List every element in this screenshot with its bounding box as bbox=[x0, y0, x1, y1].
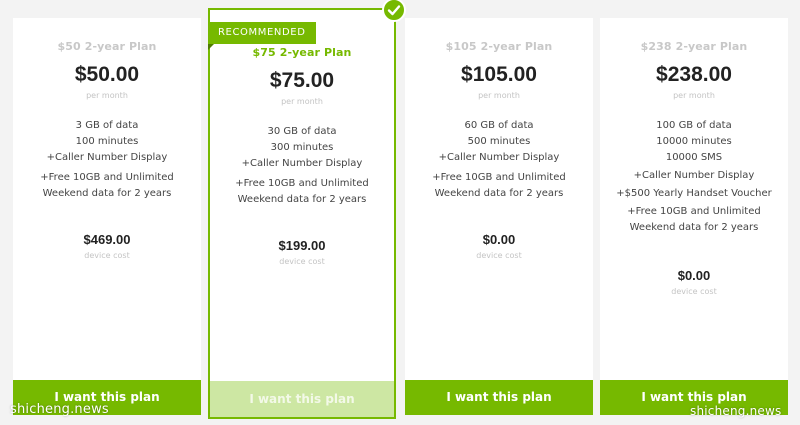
feature-item: Weekend data for 2 years bbox=[629, 222, 759, 233]
device-cost-label: device cost bbox=[671, 287, 717, 296]
want-plan-button[interactable]: I want this plan bbox=[210, 381, 394, 417]
feature-item: 100 GB of data bbox=[656, 120, 732, 131]
plan-name: $75 2-year Plan bbox=[252, 46, 352, 59]
feature-item: +Caller Number Display bbox=[438, 152, 560, 163]
plan-features: 3 GB of data 100 minutes +Caller Number … bbox=[13, 118, 201, 202]
device-cost-label: device cost bbox=[279, 257, 325, 266]
plan-features: 60 GB of data 500 minutes +Caller Number… bbox=[405, 118, 593, 202]
feature-item: +$500 Yearly Handset Voucher bbox=[616, 188, 772, 199]
feature-item: +Caller Number Display bbox=[633, 170, 755, 181]
want-plan-button[interactable]: I want this plan bbox=[405, 380, 593, 415]
feature-item: Weekend data for 2 years bbox=[434, 188, 564, 199]
feature-item: +Free 10GB and Unlimited bbox=[40, 172, 174, 183]
plan-name: $105 2-year Plan bbox=[445, 40, 553, 53]
feature-item: 10000 minutes bbox=[656, 136, 732, 147]
plan-card-50[interactable]: $50 2-year Plan $50.00 per month 3 GB of… bbox=[13, 18, 201, 415]
feature-item: 60 GB of data bbox=[464, 120, 534, 131]
feature-item: 300 minutes bbox=[270, 142, 334, 153]
device-price: $0.00 bbox=[482, 232, 516, 247]
feature-item: 10000 SMS bbox=[665, 152, 723, 163]
plan-price: $75.00 bbox=[269, 69, 335, 92]
feature-item: Weekend data for 2 years bbox=[42, 188, 172, 199]
plan-card-105[interactable]: $105 2-year Plan $105.00 per month 60 GB… bbox=[405, 18, 593, 415]
device-price: $0.00 bbox=[677, 268, 711, 283]
price-period: per month bbox=[478, 91, 520, 100]
plan-name: $238 2-year Plan bbox=[640, 40, 748, 53]
feature-item: +Free 10GB and Unlimited bbox=[627, 206, 761, 217]
feature-item: +Free 10GB and Unlimited bbox=[235, 178, 369, 189]
feature-item: +Free 10GB and Unlimited bbox=[432, 172, 566, 183]
device-cost-label: device cost bbox=[476, 251, 522, 260]
plan-card-238[interactable]: $238 2-year Plan $238.00 per month 100 G… bbox=[600, 18, 788, 415]
check-icon bbox=[382, 0, 406, 22]
price-period: per month bbox=[673, 91, 715, 100]
plan-price: $238.00 bbox=[656, 63, 732, 86]
plan-price: $50.00 bbox=[74, 63, 140, 86]
feature-item: 100 minutes bbox=[75, 136, 139, 147]
plan-name: $50 2-year Plan bbox=[57, 40, 157, 53]
plan-card-75[interactable]: RECOMMENDED $75 2-year Plan $75.00 per m… bbox=[208, 0, 406, 419]
feature-item: +Caller Number Display bbox=[46, 152, 168, 163]
badge-fold bbox=[208, 44, 214, 50]
price-period: per month bbox=[281, 97, 323, 106]
plan-features: 30 GB of data 300 minutes +Caller Number… bbox=[210, 124, 394, 208]
watermark-right: shicheng.news bbox=[690, 404, 782, 418]
feature-item: +Caller Number Display bbox=[241, 158, 363, 169]
device-cost-label: device cost bbox=[84, 251, 130, 260]
feature-item: 500 minutes bbox=[467, 136, 531, 147]
feature-item: 30 GB of data bbox=[267, 126, 337, 137]
recommended-badge: RECOMMENDED bbox=[208, 22, 316, 44]
device-price: $199.00 bbox=[278, 238, 326, 253]
watermark-left: shicheng.news bbox=[10, 402, 109, 417]
plan-features: 100 GB of data 10000 minutes 10000 SMS +… bbox=[600, 118, 788, 236]
feature-item: 3 GB of data bbox=[75, 120, 139, 131]
device-price: $469.00 bbox=[83, 232, 131, 247]
price-period: per month bbox=[86, 91, 128, 100]
plan-cards: $50 2-year Plan $50.00 per month 3 GB of… bbox=[0, 0, 800, 425]
feature-item: Weekend data for 2 years bbox=[237, 194, 367, 205]
plan-price: $105.00 bbox=[461, 63, 537, 86]
